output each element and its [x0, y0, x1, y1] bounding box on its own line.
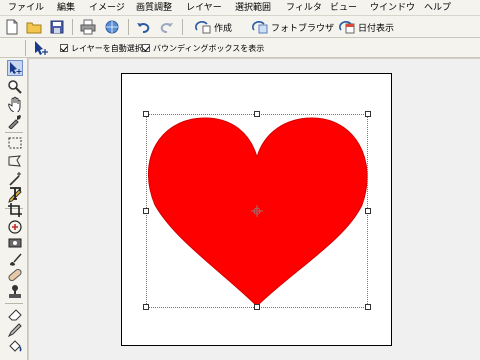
bbox-handle-top-center[interactable]	[254, 111, 260, 117]
bbox-handle-bottom-right[interactable]	[365, 304, 371, 310]
bbox-handle-middle-left[interactable]	[143, 208, 149, 214]
bbox-handle-middle-right[interactable]	[365, 208, 371, 214]
bbox-handle-top-left[interactable]	[143, 111, 149, 117]
bounding-box	[146, 114, 368, 308]
bbox-handle-bottom-center[interactable]	[254, 304, 260, 310]
bbox-handle-bottom-left[interactable]	[143, 304, 149, 310]
bbox-handle-top-right[interactable]	[365, 111, 371, 117]
